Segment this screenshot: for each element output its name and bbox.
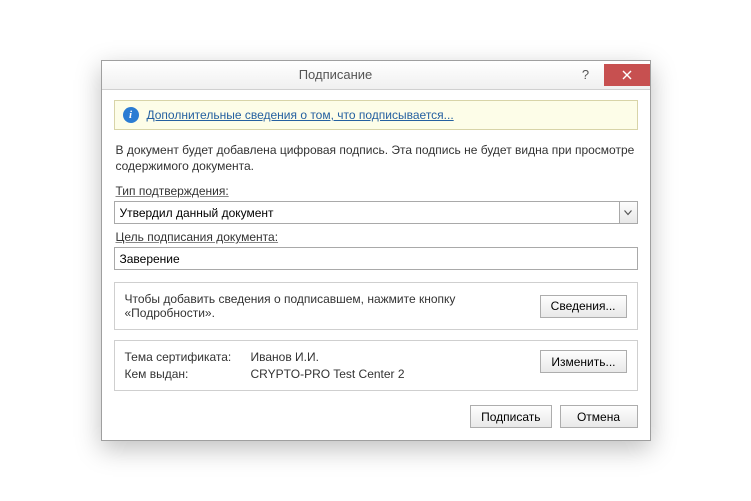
signer-details-text: Чтобы добавить сведения о подписавшем, н… — [125, 292, 530, 320]
dialog-body: i Дополнительные сведения о том, что под… — [102, 90, 650, 440]
description-text: В документ будет добавлена цифровая подп… — [116, 142, 636, 174]
titlebar: Подписание ? — [102, 61, 650, 90]
cancel-button[interactable]: Отмена — [560, 405, 638, 428]
cert-subject-value: Иванов И.И. — [251, 350, 531, 364]
change-cert-button[interactable]: Изменить... — [540, 350, 626, 373]
details-button[interactable]: Сведения... — [540, 295, 627, 318]
commitment-type-label: Тип подтверждения: — [116, 184, 636, 198]
commitment-type-combo[interactable] — [114, 201, 638, 224]
commitment-type-input[interactable] — [115, 202, 619, 223]
cert-subject-label: Тема сертификата: — [125, 350, 245, 364]
dialog-footer: Подписать Отмена — [114, 405, 638, 428]
purpose-input[interactable] — [115, 248, 637, 269]
signing-dialog: Подписание ? i Дополнительные сведения о… — [101, 60, 651, 441]
close-button[interactable] — [604, 64, 650, 86]
certificate-info: Тема сертификата: Иванов И.И. Кем выдан:… — [125, 350, 531, 381]
certificate-panel: Тема сертификата: Иванов И.И. Кем выдан:… — [114, 340, 638, 391]
close-icon — [622, 70, 632, 80]
cert-button-wrap: Изменить... — [540, 350, 626, 381]
cert-issuer-value: CRYPTO-PRO Test Center 2 — [251, 367, 531, 381]
help-button[interactable]: ? — [570, 64, 602, 86]
info-icon: i — [123, 107, 139, 123]
combo-dropdown-button[interactable] — [619, 202, 637, 223]
purpose-label: Цель подписания документа: — [116, 230, 636, 244]
info-link[interactable]: Дополнительные сведения о том, что подпи… — [147, 108, 454, 122]
dialog-title: Подписание — [102, 67, 570, 82]
info-bar: i Дополнительные сведения о том, что под… — [114, 100, 638, 130]
cert-issuer-label: Кем выдан: — [125, 367, 245, 381]
purpose-field[interactable] — [114, 247, 638, 270]
chevron-down-icon — [624, 210, 632, 216]
signer-details-panel: Чтобы добавить сведения о подписавшем, н… — [114, 282, 638, 330]
sign-button[interactable]: Подписать — [470, 405, 551, 428]
